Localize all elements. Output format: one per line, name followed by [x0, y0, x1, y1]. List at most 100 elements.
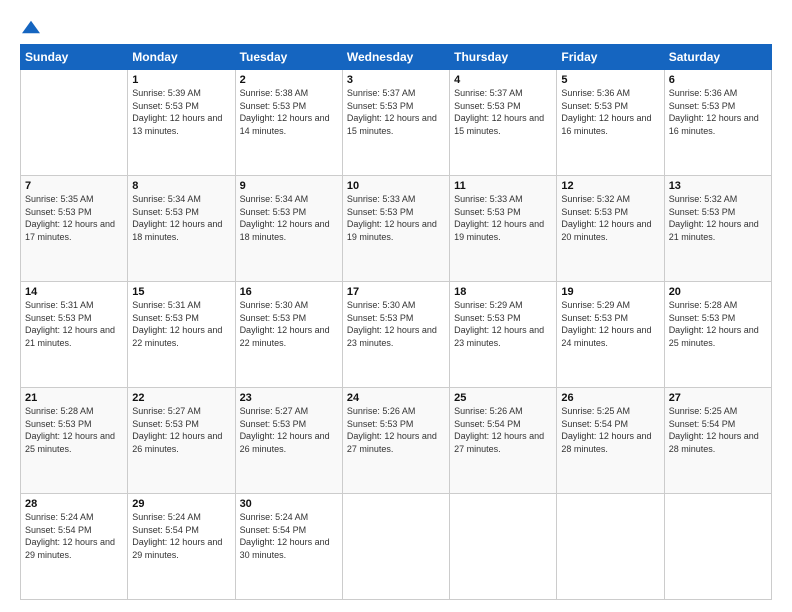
calendar-cell: 20Sunrise: 5:28 AMSunset: 5:53 PMDayligh…	[664, 282, 771, 388]
calendar-cell: 22Sunrise: 5:27 AMSunset: 5:53 PMDayligh…	[128, 388, 235, 494]
day-number: 9	[240, 180, 338, 192]
day-info: Sunrise: 5:29 AMSunset: 5:53 PMDaylight:…	[454, 299, 552, 349]
day-number: 25	[454, 392, 552, 404]
calendar-cell: 14Sunrise: 5:31 AMSunset: 5:53 PMDayligh…	[21, 282, 128, 388]
day-number: 14	[25, 286, 123, 298]
calendar-cell: 4Sunrise: 5:37 AMSunset: 5:53 PMDaylight…	[450, 70, 557, 176]
day-number: 18	[454, 286, 552, 298]
day-info: Sunrise: 5:31 AMSunset: 5:53 PMDaylight:…	[132, 299, 230, 349]
day-info: Sunrise: 5:26 AMSunset: 5:54 PMDaylight:…	[454, 405, 552, 455]
weekday-header-monday: Monday	[128, 45, 235, 70]
calendar-week-4: 21Sunrise: 5:28 AMSunset: 5:53 PMDayligh…	[21, 388, 772, 494]
calendar-cell: 16Sunrise: 5:30 AMSunset: 5:53 PMDayligh…	[235, 282, 342, 388]
weekday-header-sunday: Sunday	[21, 45, 128, 70]
calendar-week-5: 28 Sunrise: 5:24 AMSunset: 5:54 PMDayligh…	[21, 494, 772, 600]
day-info: Sunrise: 5:26 AMSunset: 5:53 PMDaylight:…	[347, 405, 445, 455]
day-info: Sunrise: 5:27 AMSunset: 5:53 PMDaylight:…	[240, 405, 338, 455]
day-info: Sunrise: 5:37 AMSunset: 5:53 PMDaylight:…	[454, 87, 552, 137]
calendar-cell: 12Sunrise: 5:32 AMSunset: 5:53 PMDayligh…	[557, 176, 664, 282]
weekday-header-thursday: Thursday	[450, 45, 557, 70]
day-number: 1	[132, 74, 230, 86]
day-number: 29	[132, 498, 230, 510]
day-number: 23	[240, 392, 338, 404]
day-number: 26	[561, 392, 659, 404]
calendar-cell: 18Sunrise: 5:29 AMSunset: 5:53 PMDayligh…	[450, 282, 557, 388]
calendar-cell	[557, 494, 664, 600]
weekday-header-wednesday: Wednesday	[342, 45, 449, 70]
calendar-cell: 3Sunrise: 5:37 AMSunset: 5:53 PMDaylight…	[342, 70, 449, 176]
day-info: Sunrise: 5:25 AMSunset: 5:54 PMDaylight:…	[561, 405, 659, 455]
calendar-cell: 28Sunrise: 5:24 AMSunset: 5:54 PMDayligh…	[21, 494, 128, 600]
logo	[20, 18, 40, 36]
logo-icon	[22, 18, 40, 36]
calendar-cell: 9Sunrise: 5:34 AMSunset: 5:53 PMDaylight…	[235, 176, 342, 282]
day-number: 17	[347, 286, 445, 298]
day-info: Sunrise: 5:39 AMSunset: 5:53 PMDaylight:…	[132, 87, 230, 137]
calendar-cell: 15Sunrise: 5:31 AMSunset: 5:53 PMDayligh…	[128, 282, 235, 388]
day-number: 22	[132, 392, 230, 404]
calendar-cell: 23Sunrise: 5:27 AMSunset: 5:53 PMDayligh…	[235, 388, 342, 494]
day-info: Sunrise: 5:37 AMSunset: 5:53 PMDaylight:…	[347, 87, 445, 137]
calendar-cell: 2Sunrise: 5:38 AMSunset: 5:53 PMDaylight…	[235, 70, 342, 176]
day-info: Sunrise: 5:36 AMSunset: 5:53 PMDaylight:…	[561, 87, 659, 137]
calendar-cell	[342, 494, 449, 600]
day-number: 24	[347, 392, 445, 404]
day-number: 19	[561, 286, 659, 298]
calendar-cell: 11Sunrise: 5:33 AMSunset: 5:53 PMDayligh…	[450, 176, 557, 282]
day-info: Sunrise: 5:33 AMSunset: 5:53 PMDaylight:…	[347, 193, 445, 243]
calendar-cell: 7Sunrise: 5:35 AMSunset: 5:53 PMDaylight…	[21, 176, 128, 282]
day-info: Sunrise: 5:38 AMSunset: 5:53 PMDaylight:…	[240, 87, 338, 137]
calendar-cell: 24Sunrise: 5:26 AMSunset: 5:53 PMDayligh…	[342, 388, 449, 494]
day-number: 3	[347, 74, 445, 86]
weekday-header-saturday: Saturday	[664, 45, 771, 70]
day-number: 7	[25, 180, 123, 192]
calendar-cell: 25Sunrise: 5:26 AMSunset: 5:54 PMDayligh…	[450, 388, 557, 494]
calendar-week-2: 7Sunrise: 5:35 AMSunset: 5:53 PMDaylight…	[21, 176, 772, 282]
calendar-header-row: SundayMondayTuesdayWednesdayThursdayFrid…	[21, 45, 772, 70]
day-info: Sunrise: 5:33 AMSunset: 5:53 PMDaylight:…	[454, 193, 552, 243]
day-number: 6	[669, 74, 767, 86]
day-number: 27	[669, 392, 767, 404]
calendar-cell	[21, 70, 128, 176]
day-number: 10	[347, 180, 445, 192]
weekday-header-friday: Friday	[557, 45, 664, 70]
day-number: 20	[669, 286, 767, 298]
day-info: Sunrise: 5:34 AMSunset: 5:53 PMDaylight:…	[132, 193, 230, 243]
weekday-header-tuesday: Tuesday	[235, 45, 342, 70]
day-info: Sunrise: 5:35 AMSunset: 5:53 PMDaylight:…	[25, 193, 123, 243]
day-info: Sunrise: 5:24 AMSunset: 5:54 PMDaylight:…	[240, 511, 338, 561]
day-info: Sunrise: 5:36 AMSunset: 5:53 PMDaylight:…	[669, 87, 767, 137]
calendar-cell: 30Sunrise: 5:24 AMSunset: 5:54 PMDayligh…	[235, 494, 342, 600]
calendar-week-3: 14Sunrise: 5:31 AMSunset: 5:53 PMDayligh…	[21, 282, 772, 388]
calendar-cell: 6Sunrise: 5:36 AMSunset: 5:53 PMDaylight…	[664, 70, 771, 176]
day-info: Sunrise: 5:24 AMSunset: 5:54 PMDaylight:…	[132, 511, 230, 561]
calendar-cell: 10Sunrise: 5:33 AMSunset: 5:53 PMDayligh…	[342, 176, 449, 282]
day-info: Sunrise: 5:32 AMSunset: 5:53 PMDaylight:…	[561, 193, 659, 243]
calendar-cell: 1Sunrise: 5:39 AMSunset: 5:53 PMDaylight…	[128, 70, 235, 176]
day-info: Sunrise: 5:32 AMSunset: 5:53 PMDaylight:…	[669, 193, 767, 243]
day-number: 5	[561, 74, 659, 86]
day-number: 21	[25, 392, 123, 404]
day-number: 2	[240, 74, 338, 86]
day-info: Sunrise: 5:31 AMSunset: 5:53 PMDaylight:…	[25, 299, 123, 349]
page: SundayMondayTuesdayWednesdayThursdayFrid…	[0, 0, 792, 612]
calendar-cell: 17Sunrise: 5:30 AMSunset: 5:53 PMDayligh…	[342, 282, 449, 388]
day-info: Sunrise: 5:25 AMSunset: 5:54 PMDaylight:…	[669, 405, 767, 455]
day-number: 15	[132, 286, 230, 298]
day-number: 28	[25, 498, 123, 510]
day-info: Sunrise: 5:29 AMSunset: 5:53 PMDaylight:…	[561, 299, 659, 349]
calendar-cell: 21Sunrise: 5:28 AMSunset: 5:53 PMDayligh…	[21, 388, 128, 494]
calendar-table: SundayMondayTuesdayWednesdayThursdayFrid…	[20, 44, 772, 600]
calendar-cell: 8Sunrise: 5:34 AMSunset: 5:53 PMDaylight…	[128, 176, 235, 282]
calendar-cell	[664, 494, 771, 600]
day-info: Sunrise: 5:34 AMSunset: 5:53 PMDaylight:…	[240, 193, 338, 243]
day-number: 16	[240, 286, 338, 298]
day-info: Sunrise: 5:27 AMSunset: 5:53 PMDaylight:…	[132, 405, 230, 455]
day-number: 30	[240, 498, 338, 510]
day-info: Sunrise: 5:30 AMSunset: 5:53 PMDaylight:…	[347, 299, 445, 349]
day-info: Sunrise: 5:28 AMSunset: 5:53 PMDaylight:…	[25, 405, 123, 455]
calendar-cell: 5Sunrise: 5:36 AMSunset: 5:53 PMDaylight…	[557, 70, 664, 176]
day-info: Sunrise: 5:30 AMSunset: 5:53 PMDaylight:…	[240, 299, 338, 349]
day-number: 12	[561, 180, 659, 192]
day-number: 11	[454, 180, 552, 192]
